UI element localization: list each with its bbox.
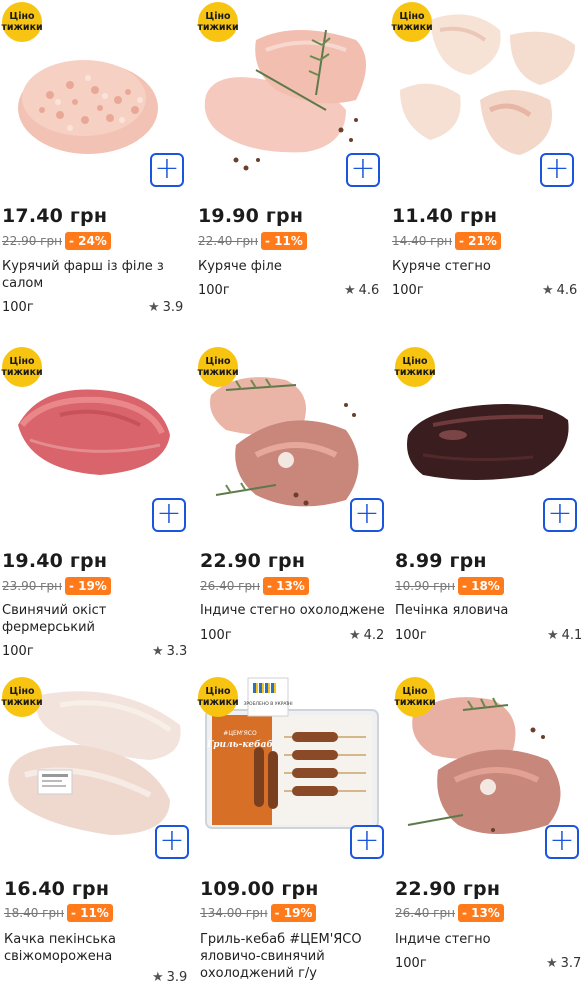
discount-badge: - 18% <box>457 577 504 595</box>
promo-badge: Ціно тижики <box>394 677 436 717</box>
promo-badge: Ціно тижики <box>1 677 43 717</box>
product-image[interactable]: Ціно тижики + <box>0 0 190 195</box>
product-weight: 100г <box>200 628 232 643</box>
made-in-ukraine-label: ЗРОБЛЕНО В УКРАЇНІ <box>243 700 292 707</box>
product-rating: ★ 3.9 <box>148 300 184 315</box>
product-name[interactable]: Індиче стегно охолоджене <box>200 602 390 619</box>
star-icon: ★ <box>547 628 559 643</box>
plus-icon: + <box>547 495 573 531</box>
add-to-cart-button[interactable]: + <box>350 825 384 859</box>
product-image[interactable]: Ціно тижики + <box>390 0 580 195</box>
promo-badge: Ціно тижики <box>1 2 43 42</box>
product-name[interactable]: Гриль-кебаб #ЦЕМ'ЯСО яловичо-свинячий ох… <box>200 931 390 982</box>
product-price: 22.90 грн <box>200 550 306 572</box>
promo-badge: Ціно тижики <box>197 347 239 387</box>
product-rating: ★ 3.7 <box>546 956 582 971</box>
promo-badge: Ціно тижики <box>197 677 239 717</box>
product-weight: 100г <box>198 283 230 298</box>
discount-badge: - 19% <box>64 577 111 595</box>
add-to-cart-button[interactable]: + <box>540 153 574 187</box>
add-to-cart-button[interactable]: + <box>150 153 184 187</box>
product-weight: 100г <box>395 628 427 643</box>
old-price: 26.40 грн <box>395 906 455 920</box>
star-icon: ★ <box>344 283 356 298</box>
package-title: Гриль-кебаб <box>206 739 273 750</box>
product-name[interactable]: Курячий фарш із філе з салом <box>2 258 192 292</box>
product-name[interactable]: Куряче філе <box>198 258 388 275</box>
product-image[interactable]: Ціно тижики + <box>393 345 583 540</box>
star-icon: ★ <box>152 970 164 985</box>
star-icon: ★ <box>152 644 164 659</box>
product-rating: ★ 4.6 <box>542 283 578 298</box>
product-name[interactable]: Куряче стегно <box>392 258 582 275</box>
star-icon: ★ <box>542 283 554 298</box>
product-image[interactable]: Ціно тижики + <box>0 345 190 540</box>
product-weight: 100г <box>392 283 424 298</box>
product-name[interactable]: Свинячий окіст фермерський <box>2 602 192 636</box>
old-price: 26.40 грн <box>200 579 260 593</box>
product-price: 22.90 грн <box>395 878 501 900</box>
product-name[interactable]: Качка пекінська свіжоморожена <box>4 931 194 965</box>
old-price: 14.40 грн <box>392 234 452 248</box>
old-price: 18.40 грн <box>4 906 64 920</box>
product-rating: ★ 4.2 <box>349 628 385 643</box>
old-price: 22.40 грн <box>198 234 258 248</box>
promo-badge: Ціно тижики <box>394 347 436 387</box>
product-image[interactable]: Ціно тижики + <box>0 675 190 870</box>
old-price: 23.90 грн <box>2 579 62 593</box>
product-price: 109.00 грн <box>200 878 319 900</box>
plus-icon: + <box>159 822 185 858</box>
old-price: 22.90 грн <box>2 234 62 248</box>
add-to-cart-button[interactable]: + <box>350 498 384 532</box>
product-price: 11.40 грн <box>392 205 498 227</box>
product-rating: ★ 3.9 <box>152 970 188 985</box>
star-icon: ★ <box>349 628 361 643</box>
product-weight: 100г <box>2 644 34 659</box>
star-icon: ★ <box>546 956 558 971</box>
promo-badge: Ціно тижики <box>1 347 43 387</box>
star-icon: ★ <box>148 300 160 315</box>
plus-icon: + <box>544 150 570 186</box>
discount-badge: - 11% <box>260 232 307 250</box>
product-price: 8.99 грн <box>395 550 487 572</box>
product-weight: 100г <box>395 956 427 971</box>
product-image[interactable]: ЗРОБЛЕНО В УКРАЇНІ #ЦЕМ'ЯСО Гриль-кебаб … <box>196 675 386 870</box>
discount-badge: - 19% <box>270 904 317 922</box>
discount-badge: - 13% <box>457 904 504 922</box>
discount-badge: - 24% <box>64 232 111 250</box>
product-price: 17.40 грн <box>2 205 108 227</box>
product-image[interactable]: Ціно тижики + <box>196 0 386 195</box>
product-rating: ★ 4.1 <box>547 628 583 643</box>
product-price: 19.90 грн <box>198 205 304 227</box>
product-weight: 100г <box>2 300 34 315</box>
plus-icon: + <box>350 150 376 186</box>
discount-badge: - 13% <box>262 577 309 595</box>
product-price: 19.40 грн <box>2 550 108 572</box>
product-rating: ★ 3.3 <box>152 644 188 659</box>
product-price: 16.40 грн <box>4 878 110 900</box>
promo-badge: Ціно тижики <box>197 2 239 42</box>
add-to-cart-button[interactable]: + <box>152 498 186 532</box>
add-to-cart-button[interactable]: + <box>346 153 380 187</box>
product-name[interactable]: Індиче стегно <box>395 931 583 948</box>
add-to-cart-button[interactable]: + <box>155 825 189 859</box>
plus-icon: + <box>354 822 380 858</box>
plus-icon: + <box>354 495 380 531</box>
discount-badge: - 21% <box>454 232 501 250</box>
product-name[interactable]: Печінка яловича <box>395 602 583 619</box>
product-image[interactable]: Ціно тижики + <box>393 675 583 870</box>
plus-icon: + <box>154 150 180 186</box>
discount-badge: - 11% <box>66 904 113 922</box>
plus-icon: + <box>156 495 182 531</box>
plus-icon: + <box>549 822 575 858</box>
promo-badge: Ціно тижики <box>391 2 433 42</box>
package-brand: #ЦЕМ'ЯСО <box>223 730 257 737</box>
product-image[interactable]: Ціно тижики + <box>196 345 386 540</box>
product-rating: ★ 4.6 <box>344 283 380 298</box>
add-to-cart-button[interactable]: + <box>545 825 579 859</box>
old-price: 134.00 грн <box>200 906 268 920</box>
old-price: 10.90 грн <box>395 579 455 593</box>
add-to-cart-button[interactable]: + <box>543 498 577 532</box>
